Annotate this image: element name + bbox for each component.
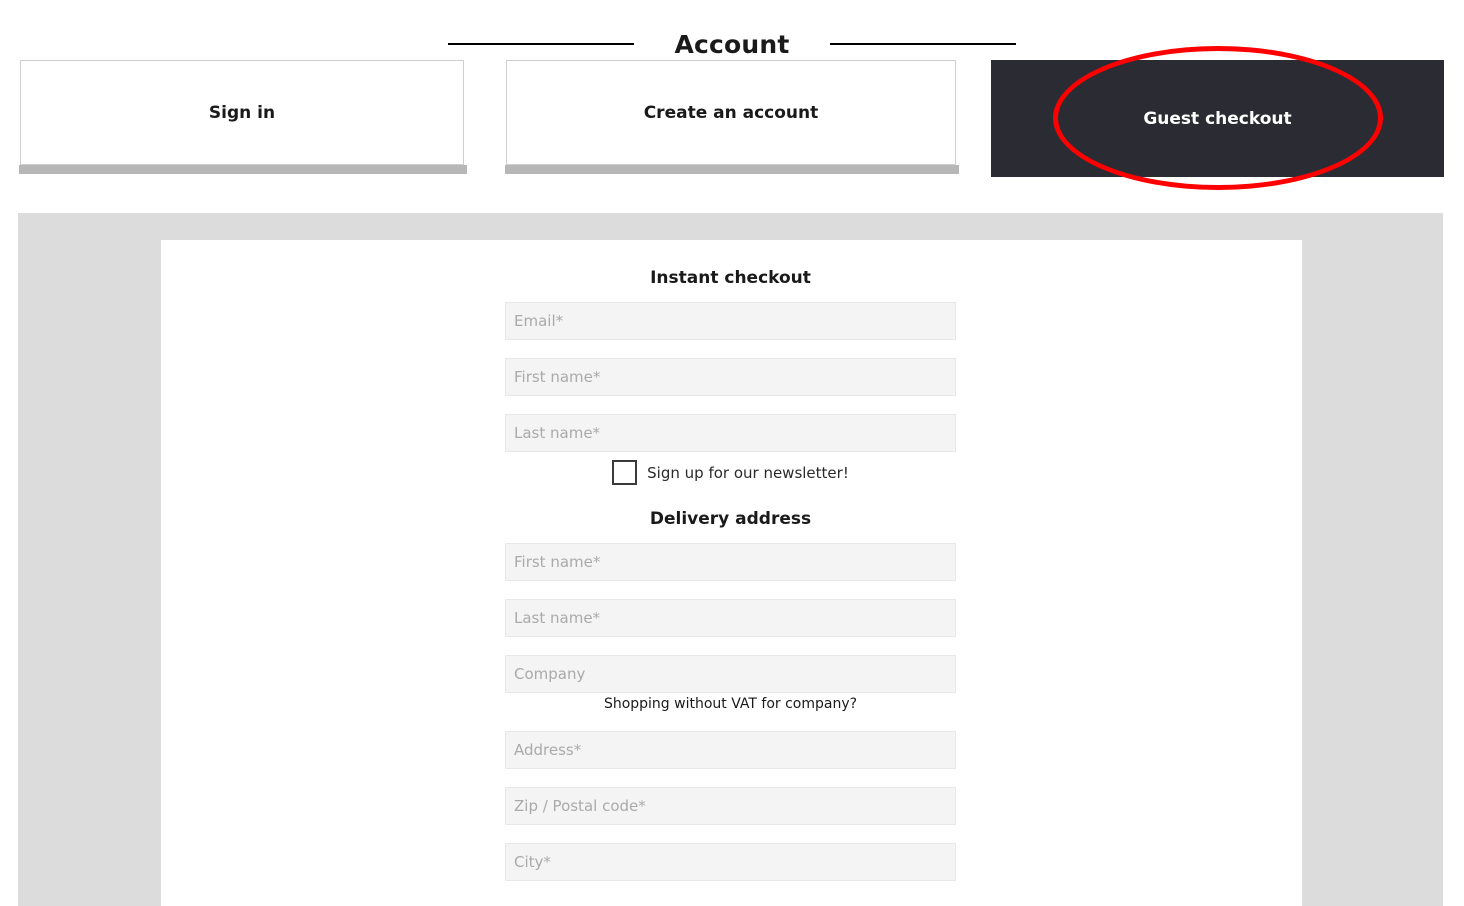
tab-create-account[interactable]: Create an account	[506, 60, 956, 165]
header-rule-right	[830, 43, 1016, 45]
delivery-last-name-field[interactable]: Last name*	[505, 599, 956, 637]
newsletter-row: Sign up for our newsletter!	[505, 460, 956, 485]
city-field[interactable]: City*	[505, 843, 956, 881]
delivery-first-name-field[interactable]: First name*	[505, 543, 956, 581]
address-field[interactable]: Address*	[505, 731, 956, 769]
delivery-address-title: Delivery address	[505, 509, 956, 529]
header-rule-left	[448, 43, 634, 45]
newsletter-label: Sign up for our newsletter!	[647, 464, 849, 482]
tab-guest-checkout-label: Guest checkout	[1143, 109, 1291, 129]
account-checkout-page: Account Sign in Create an account Guest …	[0, 0, 1464, 906]
tab-guest-checkout[interactable]: Guest checkout	[991, 60, 1444, 177]
tab-create-account-label: Create an account	[644, 103, 819, 123]
tab-sign-in[interactable]: Sign in	[20, 60, 464, 165]
newsletter-checkbox[interactable]	[612, 460, 637, 485]
instant-checkout-title: Instant checkout	[505, 268, 956, 288]
zip-postal-code-field[interactable]: Zip / Postal code*	[505, 787, 956, 825]
vat-company-link[interactable]: Shopping without VAT for company?	[505, 696, 956, 712]
instant-last-name-field[interactable]: Last name*	[505, 414, 956, 452]
page-header: Account	[0, 24, 1464, 64]
company-field[interactable]: Company	[505, 655, 956, 693]
guest-checkout-form: Instant checkout Email* First name* Last…	[505, 268, 956, 899]
page-title: Account	[674, 30, 789, 59]
tab-sign-in-label: Sign in	[209, 103, 275, 123]
account-tabs: Sign in Create an account Guest checkout	[0, 60, 1464, 178]
instant-first-name-field[interactable]: First name*	[505, 358, 956, 396]
email-field[interactable]: Email*	[505, 302, 956, 340]
